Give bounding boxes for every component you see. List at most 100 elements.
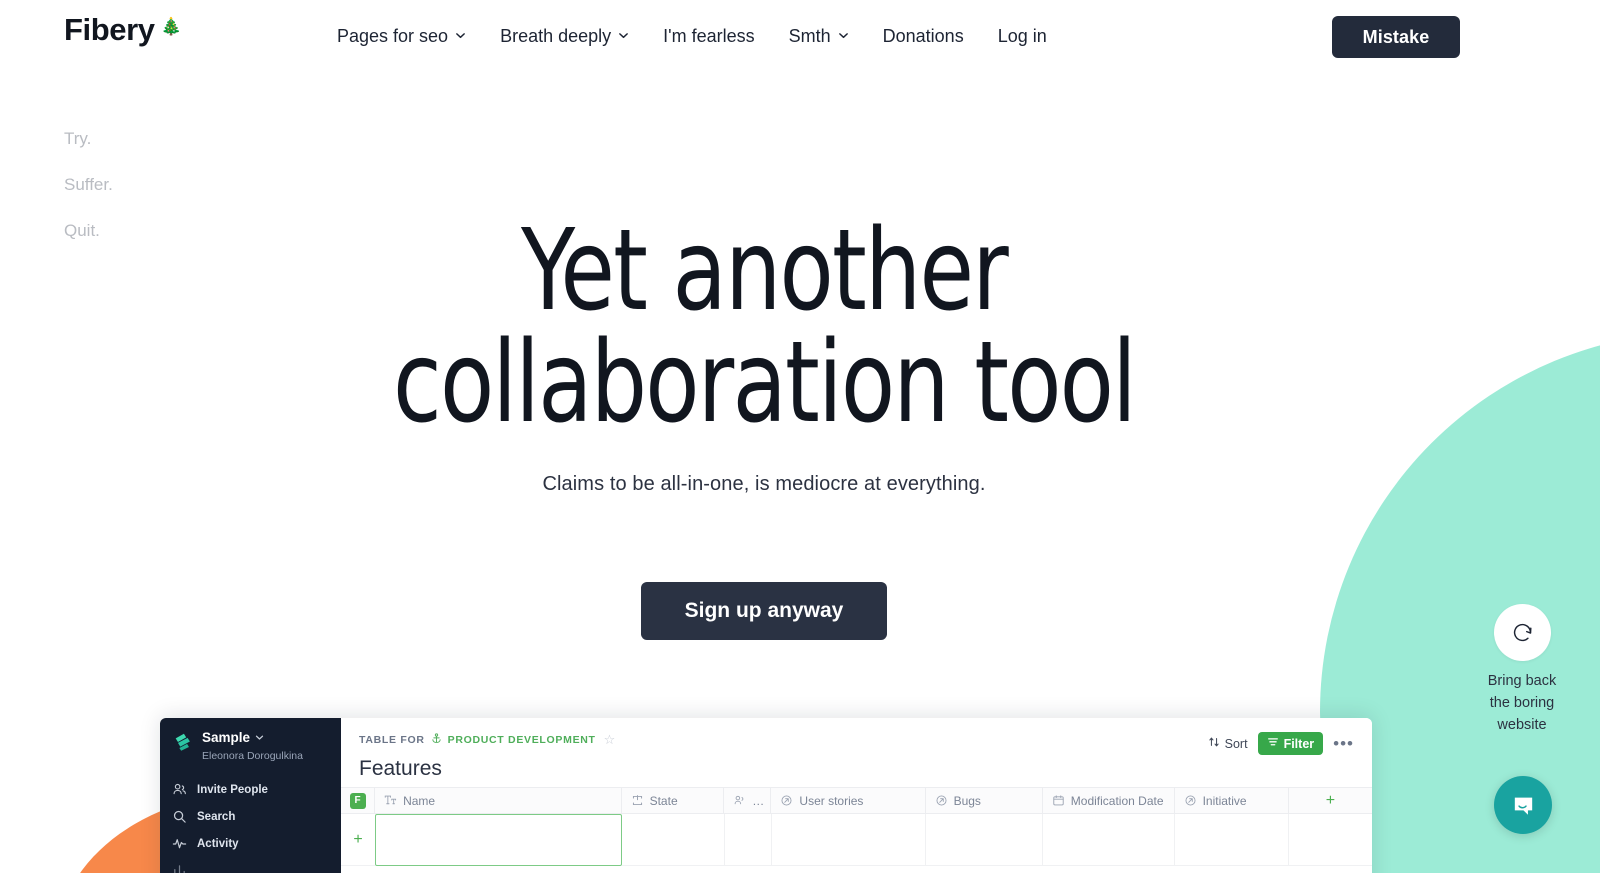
cell-spacer (1289, 814, 1372, 866)
column-header-name[interactable]: Name (375, 788, 622, 813)
column-header-user-stories[interactable]: User stories (771, 788, 926, 813)
product-screenshot: Sample Eleonora Dorogulkina Invite Peopl… (160, 718, 1372, 873)
sort-label: Sort (1224, 736, 1248, 751)
sidebar-item-activity[interactable]: Activity (160, 830, 341, 857)
sort-button[interactable]: Sort (1208, 736, 1248, 751)
boring-widget-label: Bring back the boring website (1466, 671, 1578, 736)
column-header-label: Initiative (1202, 793, 1247, 808)
relation-link-icon (780, 794, 793, 807)
cell-bugs[interactable] (925, 814, 1043, 866)
column-header-bugs[interactable]: Bugs (926, 788, 1043, 813)
calendar-icon (1052, 794, 1065, 807)
cell-user-stories[interactable] (771, 814, 926, 866)
assignees-people-icon (733, 794, 746, 807)
column-header-label: Name (403, 793, 436, 808)
breadcrumb: TABLE FOR PRODUCT DEVELOPMENT ☆ (359, 732, 1352, 748)
hero-subtitle: Claims to be all-in-one, is mediocre at … (542, 473, 986, 495)
relation-link-icon (1184, 794, 1197, 807)
breadcrumb-space[interactable]: PRODUCT DEVELOPMENT (448, 734, 596, 746)
chevron-down-icon (255, 730, 264, 746)
add-column-icon[interactable]: + (1289, 788, 1372, 813)
app-topbar: TABLE FOR PRODUCT DEVELOPMENT ☆ Features (341, 718, 1372, 787)
workspace-name: Sample (202, 730, 251, 745)
column-header-state[interactable]: State (622, 788, 725, 813)
microcopy-line-suffer: Suffer. (64, 175, 113, 194)
sign-up-anyway-button[interactable]: Sign up anyway (640, 582, 888, 640)
boring-line-3: website (1497, 716, 1547, 733)
app-sidebar: Sample Eleonora Dorogulkina Invite Peopl… (160, 718, 341, 873)
headline-line-2: collaboration tool (392, 318, 1137, 448)
sidebar-item-label: Invite People (197, 783, 268, 796)
workspace-name-row: Sample (202, 730, 303, 746)
chevron-down-icon (455, 30, 466, 41)
nav-item-log-in[interactable]: Log in (981, 18, 1064, 55)
mistake-button[interactable]: Mistake (1332, 16, 1460, 58)
refresh-circular-arrow-icon (1493, 604, 1551, 661)
table-row: + (341, 814, 1372, 866)
column-header-initiative[interactable]: Initiative (1175, 788, 1289, 813)
chart-icon (172, 863, 187, 873)
nav-item-pages-for-seo[interactable]: Pages for seo (320, 18, 483, 55)
nav-label: I'm fearless (663, 26, 755, 46)
workspace-header[interactable]: Sample Eleonora Dorogulkina (160, 730, 341, 776)
sidebar-item-search[interactable]: Search (160, 803, 341, 830)
microcopy-line-try: Try. (64, 129, 92, 148)
nav-label: Donations (882, 26, 964, 46)
column-header-assignees[interactable]: … (724, 788, 772, 813)
people-icon (172, 782, 187, 797)
entity-type-badge: F (349, 792, 366, 809)
table-header-row: F Name State … User stories Bugs Modific… (341, 787, 1372, 814)
cell-name[interactable] (375, 814, 623, 866)
column-header-label: Modification Date (1070, 793, 1164, 808)
sidebar-item-partial[interactable] (160, 857, 341, 873)
more-options-icon[interactable]: ••• (1333, 735, 1354, 752)
star-outline-icon[interactable]: ☆ (604, 732, 616, 748)
nav-label: Breath deeply (500, 26, 612, 46)
bring-back-boring-website-widget[interactable]: Bring back the boring website (1466, 604, 1578, 736)
cell-initiative[interactable] (1174, 814, 1290, 866)
column-header-label: State (649, 793, 678, 808)
filter-label: Filter (1283, 736, 1315, 751)
filter-funnel-icon (1267, 736, 1279, 751)
column-header-label: Bugs (953, 793, 981, 808)
relation-link-icon (935, 794, 948, 807)
anchor-icon (431, 733, 442, 747)
nav-item-smth[interactable]: Smth (772, 18, 866, 55)
nav-label: Pages for seo (337, 26, 449, 46)
brand-name: Fibery (64, 12, 155, 47)
nav-item-im-fearless[interactable]: I'm fearless (646, 18, 771, 55)
activity-pulse-icon (172, 836, 187, 851)
sidebar-item-label: Activity (197, 837, 239, 850)
cell-assignees[interactable] (724, 814, 772, 866)
app-view-title: Features (359, 757, 442, 780)
nav-item-breath-deeply[interactable]: Breath deeply (483, 18, 646, 55)
workspace-meta: Sample Eleonora Dorogulkina (202, 730, 303, 764)
nav-item-donations[interactable]: Donations (866, 18, 981, 55)
nav-label: Smth (788, 26, 831, 46)
fibery-workspace-logo-icon (172, 731, 194, 753)
christmas-tree-icon: 🎄 (160, 17, 182, 36)
app-toolbar: Sort Filter ••• (1208, 732, 1354, 755)
column-header-modification-date[interactable]: Modification Date (1043, 788, 1175, 813)
nav-label: Log in (997, 26, 1047, 46)
app-main: TABLE FOR PRODUCT DEVELOPMENT ☆ Features (341, 718, 1372, 873)
boring-line-1: Bring back (1487, 673, 1557, 689)
sidebar-item-invite-people[interactable]: Invite People (160, 776, 341, 803)
search-icon (172, 809, 187, 824)
text-type-icon (384, 794, 397, 807)
filter-button[interactable]: Filter (1257, 732, 1324, 755)
cell-state[interactable] (622, 814, 725, 866)
boring-line-2: the boring (1489, 694, 1555, 711)
add-row-button[interactable]: + (341, 814, 376, 866)
sidebar-item-label: Search (197, 810, 236, 823)
brand-logo[interactable]: Fibery 🎄 (64, 14, 182, 45)
workflow-state-icon (631, 794, 644, 807)
chevron-down-icon (838, 30, 849, 41)
site-header: Fibery 🎄 Pages for seo Breath deeply I'm… (0, 0, 1600, 74)
workspace-user-name: Eleonora Dorogulkina (202, 750, 303, 763)
table-type-badge-cell: F (341, 788, 376, 813)
intercom-chat-bubble-icon[interactable] (1494, 776, 1552, 834)
chevron-down-icon (618, 30, 629, 41)
breadcrumb-prefix: TABLE FOR (359, 734, 425, 746)
cell-modification-date[interactable] (1042, 814, 1175, 866)
